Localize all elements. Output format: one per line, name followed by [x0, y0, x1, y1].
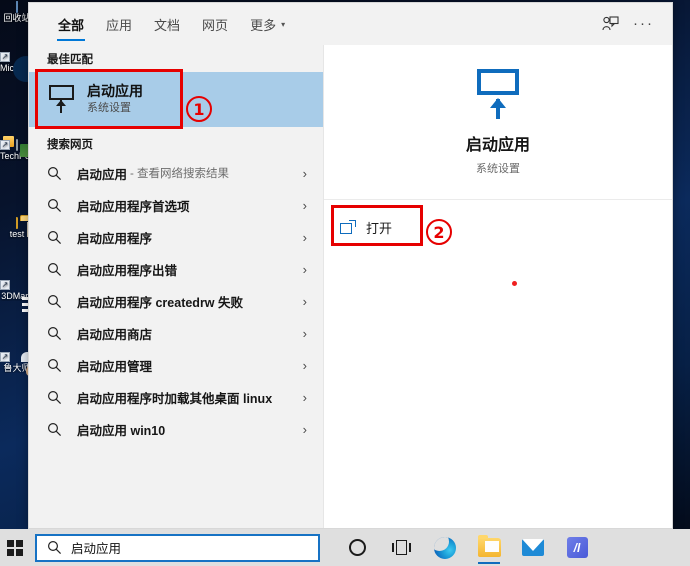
taskbar-search-input[interactable]: 启动应用 [35, 533, 320, 562]
search-icon [47, 166, 69, 181]
launch-app-icon [471, 68, 525, 121]
chevron-right-icon: › [302, 389, 307, 405]
chevron-right-icon: › [302, 357, 307, 373]
search-icon [47, 198, 69, 213]
search-tabs: 全部 应用 文档 网页 更多 ▾ [29, 3, 296, 45]
search-icon [47, 294, 69, 309]
list-item-label: 启动应用 win10 [77, 423, 166, 438]
list-item-label: 启动应用程序时加载其他桌面 linux [77, 391, 273, 406]
preview-pane: 启动应用 系统设置 打开 [323, 45, 672, 528]
chevron-right-icon: › [302, 261, 307, 277]
list-item[interactable]: 启动应用管理 › [29, 349, 323, 381]
open-external-icon [340, 220, 356, 234]
list-item[interactable]: 启动应用程序 createdrw 失败 › [29, 285, 323, 317]
open-button[interactable]: 打开 [330, 210, 410, 244]
start-button[interactable] [0, 529, 30, 566]
search-icon [47, 358, 69, 373]
chevron-right-icon: › [302, 325, 307, 341]
chevron-right-icon: › [302, 293, 307, 309]
taskbar-item-app[interactable]: /l [558, 529, 596, 566]
tab-all[interactable]: 全部 [47, 3, 95, 45]
app-icon: /l [566, 537, 588, 558]
chevron-down-icon: ▾ [281, 19, 286, 29]
tab-label: 文档 [154, 17, 181, 33]
list-item[interactable]: 启动应用商店 › [29, 317, 323, 349]
list-item-label: 启动应用程序 [77, 231, 153, 246]
search-icon [47, 422, 69, 437]
open-button-label: 打开 [366, 220, 393, 236]
chevron-right-icon: › [302, 421, 307, 437]
mail-icon [522, 539, 544, 556]
preview-header: 启动应用 系统设置 [324, 45, 672, 200]
search-panel-header: 全部 应用 文档 网页 更多 ▾ ··· [29, 3, 672, 45]
tab-web[interactable]: 网页 [191, 3, 239, 45]
taskbar-item-microsoft-edge[interactable] [426, 529, 464, 566]
tab-apps[interactable]: 应用 [95, 3, 143, 45]
list-item-label: 启动应用程序 createdrw 失败 [77, 295, 244, 310]
list-item[interactable]: 启动应用程序首选项 › [29, 189, 323, 221]
tab-more[interactable]: 更多 ▾ [239, 3, 296, 45]
file-explorer-icon [477, 535, 501, 557]
preview-actions: 打开 [324, 200, 672, 244]
preview-subtitle: 系统设置 [476, 162, 520, 175]
search-icon [47, 540, 62, 555]
windows-logo-icon [7, 539, 23, 556]
launch-app-icon [47, 84, 77, 115]
cortana-icon [348, 539, 366, 556]
mouse-cursor-dot [512, 281, 517, 286]
tab-label: 网页 [202, 17, 229, 33]
search-icon [47, 230, 69, 245]
list-item[interactable]: 启动应用程序 › [29, 221, 323, 253]
more-options-button[interactable]: ··· [633, 16, 654, 31]
feedback-icon[interactable] [602, 16, 619, 32]
taskbar: 启动应用 /l [0, 529, 690, 566]
taskbar-icons: /l [338, 529, 596, 566]
list-item-label: 启动应用商店 [77, 327, 153, 342]
tab-label: 更多 [250, 17, 277, 33]
chevron-right-icon: › [302, 229, 307, 245]
list-item-label: 启动应用 [77, 167, 128, 182]
list-item-label: 启动应用程序出错 [77, 263, 178, 278]
best-match-container: 启动应用 系统设置 [29, 72, 323, 130]
list-item[interactable]: 启动应用 win10 › [29, 413, 323, 445]
search-icon [47, 262, 69, 277]
best-match-row[interactable]: 启动应用 系统设置 [29, 72, 323, 127]
preview-title: 启动应用 [465, 136, 530, 154]
search-results-pane: 最佳匹配 启动应用 系统设置 搜索网页 启动应用 - 查看网络搜索结果 › 启动… [29, 45, 323, 528]
list-item[interactable]: 启动应用 - 查看网络搜索结果 › [29, 157, 323, 189]
tab-documents[interactable]: 文档 [143, 3, 191, 45]
search-input-value: 启动应用 [71, 542, 122, 556]
task-view-button[interactable] [382, 529, 420, 566]
list-item-sublabel: - 查看网络搜索结果 [130, 168, 230, 180]
list-item[interactable]: 启动应用程序时加载其他桌面 linux › [29, 381, 323, 413]
taskbar-item-mail[interactable] [514, 529, 552, 566]
web-search-heading: 搜索网页 [47, 139, 93, 151]
header-actions: ··· [602, 16, 672, 32]
tab-label: 应用 [106, 17, 133, 33]
chevron-right-icon: › [302, 165, 307, 181]
chevron-right-icon: › [302, 197, 307, 213]
tab-label: 全部 [58, 17, 85, 33]
web-results-list: 启动应用 - 查看网络搜索结果 › 启动应用程序首选项 › 启动应用程序 › 启… [29, 157, 323, 528]
list-item-label: 启动应用程序首选项 [77, 199, 190, 214]
task-view-icon [391, 540, 411, 555]
windows-search-panel: 全部 应用 文档 网页 更多 ▾ ··· 最佳匹配 启动应用 系统设置 搜索网页… [28, 2, 673, 529]
edge-icon [434, 536, 456, 559]
best-match-title: 启动应用 [87, 82, 143, 99]
best-match-heading: 最佳匹配 [47, 54, 93, 66]
best-match-subtitle: 系统设置 [87, 102, 131, 115]
taskbar-item-file-explorer[interactable] [470, 529, 508, 566]
list-item-label: 启动应用管理 [77, 359, 153, 374]
search-panel-body: 最佳匹配 启动应用 系统设置 搜索网页 启动应用 - 查看网络搜索结果 › 启动… [29, 45, 672, 528]
cortana-button[interactable] [338, 529, 376, 566]
list-item[interactable]: 启动应用程序出错 › [29, 253, 323, 285]
search-icon [47, 326, 69, 341]
search-icon [47, 390, 69, 405]
